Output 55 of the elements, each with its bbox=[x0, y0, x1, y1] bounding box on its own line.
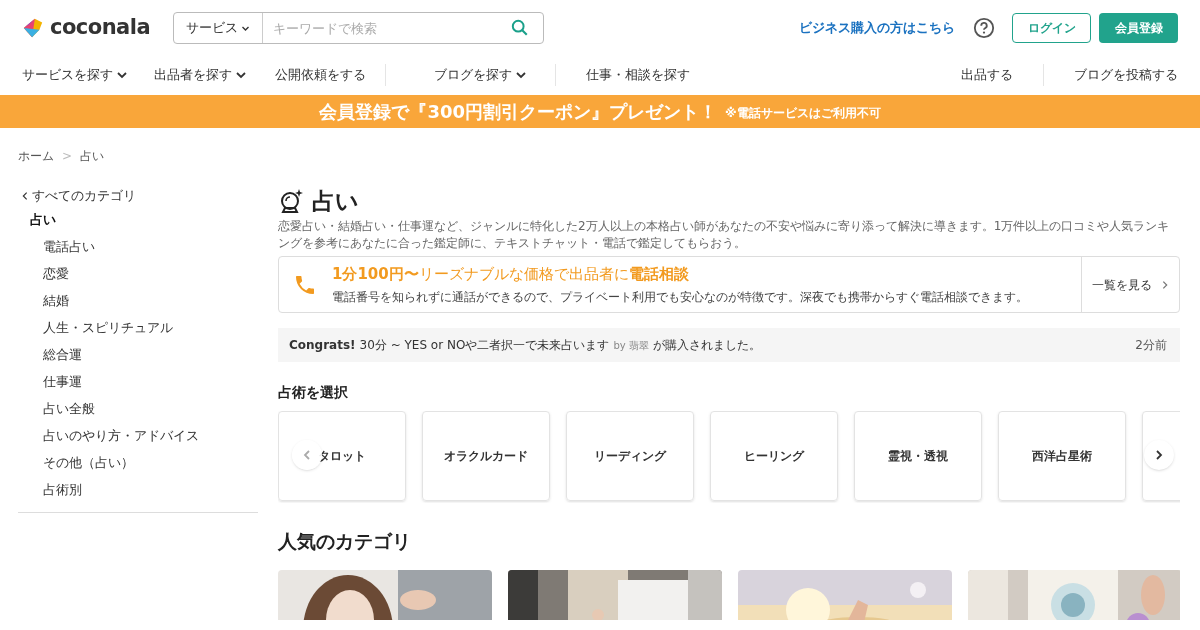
sidebar-item[interactable]: 仕事運 bbox=[18, 368, 258, 395]
scope-dropdown[interactable]: サービス bbox=[174, 13, 263, 43]
nav-link[interactable]: 出品する bbox=[961, 65, 1013, 85]
search-field[interactable]: サービス キーワードで検索 bbox=[173, 12, 544, 44]
nav-link[interactable]: ブログを探す bbox=[433, 65, 527, 85]
nav-link[interactable]: 公開依頼をする bbox=[275, 65, 366, 85]
phone-card-title: 1分100円〜リーズナブルな価格で出品者に電話相談 bbox=[332, 264, 690, 286]
back-chevron-icon bbox=[20, 190, 30, 202]
method-card[interactable]: リーディング bbox=[566, 411, 694, 501]
crystal-ball-icon bbox=[278, 188, 304, 214]
sidebar-item[interactable]: 電話占い bbox=[18, 233, 258, 260]
sidebar-item[interactable]: 占い全般 bbox=[18, 395, 258, 422]
notice-buyer: by 翡翠 bbox=[613, 338, 649, 353]
sidebar-item[interactable]: 人生・スピリチュアル bbox=[18, 314, 258, 341]
section-heading: 占術を選択 bbox=[278, 383, 349, 402]
method-card[interactable]: 霊視・透視 bbox=[854, 411, 982, 501]
sidebar-item[interactable]: 占いのやり方・アドバイス bbox=[18, 422, 258, 449]
method-card[interactable]: 西洋占星術 bbox=[998, 411, 1126, 501]
chevron-left-icon bbox=[301, 449, 313, 461]
nav-link[interactable]: サービスを探す bbox=[22, 65, 128, 85]
phone-card-text: 電話番号を知られずに通話ができるので、プライベート利用でも安心なのが特徴です。深夜でも携帯からすぐ電話相談できます。 bbox=[332, 288, 1028, 306]
method-card[interactable]: オラクルカード bbox=[422, 411, 550, 501]
banner-note: ※電話サービスはご利用不可 bbox=[724, 105, 881, 122]
sidebar-item[interactable]: 占い bbox=[18, 206, 258, 233]
banner-text: 会員登録で『300円割引クーポン』プレゼント！ bbox=[319, 100, 717, 124]
method-card[interactable]: タロット bbox=[278, 411, 406, 501]
breadcrumb-separator: > bbox=[62, 148, 73, 165]
section-heading: 人気のカテゴリ bbox=[278, 529, 412, 554]
logo-icon bbox=[22, 17, 44, 39]
breadcrumb-link[interactable]: ホーム bbox=[18, 147, 54, 165]
search-icon bbox=[511, 19, 529, 37]
help-icon bbox=[973, 17, 995, 39]
category-back-link[interactable]: すべてのカテゴリ bbox=[18, 186, 258, 206]
notice-time: 2分前 bbox=[1135, 337, 1167, 354]
nav-link[interactable]: 出品者を探す bbox=[154, 65, 247, 85]
sidebar-item[interactable]: 占術別 bbox=[18, 476, 258, 503]
sidebar-item[interactable]: 総合運 bbox=[18, 341, 258, 368]
notice-suffix: が購入されました。 bbox=[652, 337, 761, 354]
method-card[interactable]: ヒーリング bbox=[710, 411, 838, 501]
breadcrumb-link[interactable]: 占い bbox=[80, 147, 105, 165]
chevron-right-icon bbox=[1153, 449, 1165, 461]
business-link[interactable]: ビジネス購入の方はこちら bbox=[799, 18, 955, 38]
notice-service: 30分 ~ YES or NOや二者択一で未来占います bbox=[359, 337, 610, 354]
nav-link[interactable]: 仕事・相談を探す bbox=[586, 65, 690, 85]
nav-link[interactable]: ブログを投稿する bbox=[1074, 65, 1178, 85]
logo-text: coconala bbox=[50, 14, 151, 42]
page-title: 占い bbox=[312, 186, 359, 216]
category-description: 恋愛占い・結婚占い・仕事運など、ジャンルに特化した2万人以上の本格占い師があなたの不安や悩みに寄り添って解決に導きます。1万件以上の口コミや人気ランキングを参考にあなたに合った鑑定師に、テキストチャット・電話で鑑定してもらおう。 bbox=[278, 218, 1171, 252]
see-all-link[interactable]: 一覧を見る bbox=[1081, 257, 1179, 312]
notice-lead: Congrats! bbox=[289, 337, 356, 354]
sidebar-item[interactable]: その他（占い） bbox=[18, 449, 258, 476]
phone-card[interactable]: 1分100円〜リーズナブルな価格で出品者に電話相談 電話番号を知られずに通話ができるので、プライベート利用でも安心なのが特徴です。深夜でも携帯からすぐ電話相談できます。 一覧を見る bbox=[278, 256, 1180, 313]
sidebar-item[interactable]: 結婚 bbox=[18, 287, 258, 314]
next-button[interactable] bbox=[1144, 440, 1174, 470]
sidebar-item[interactable]: 恋愛 bbox=[18, 260, 258, 287]
